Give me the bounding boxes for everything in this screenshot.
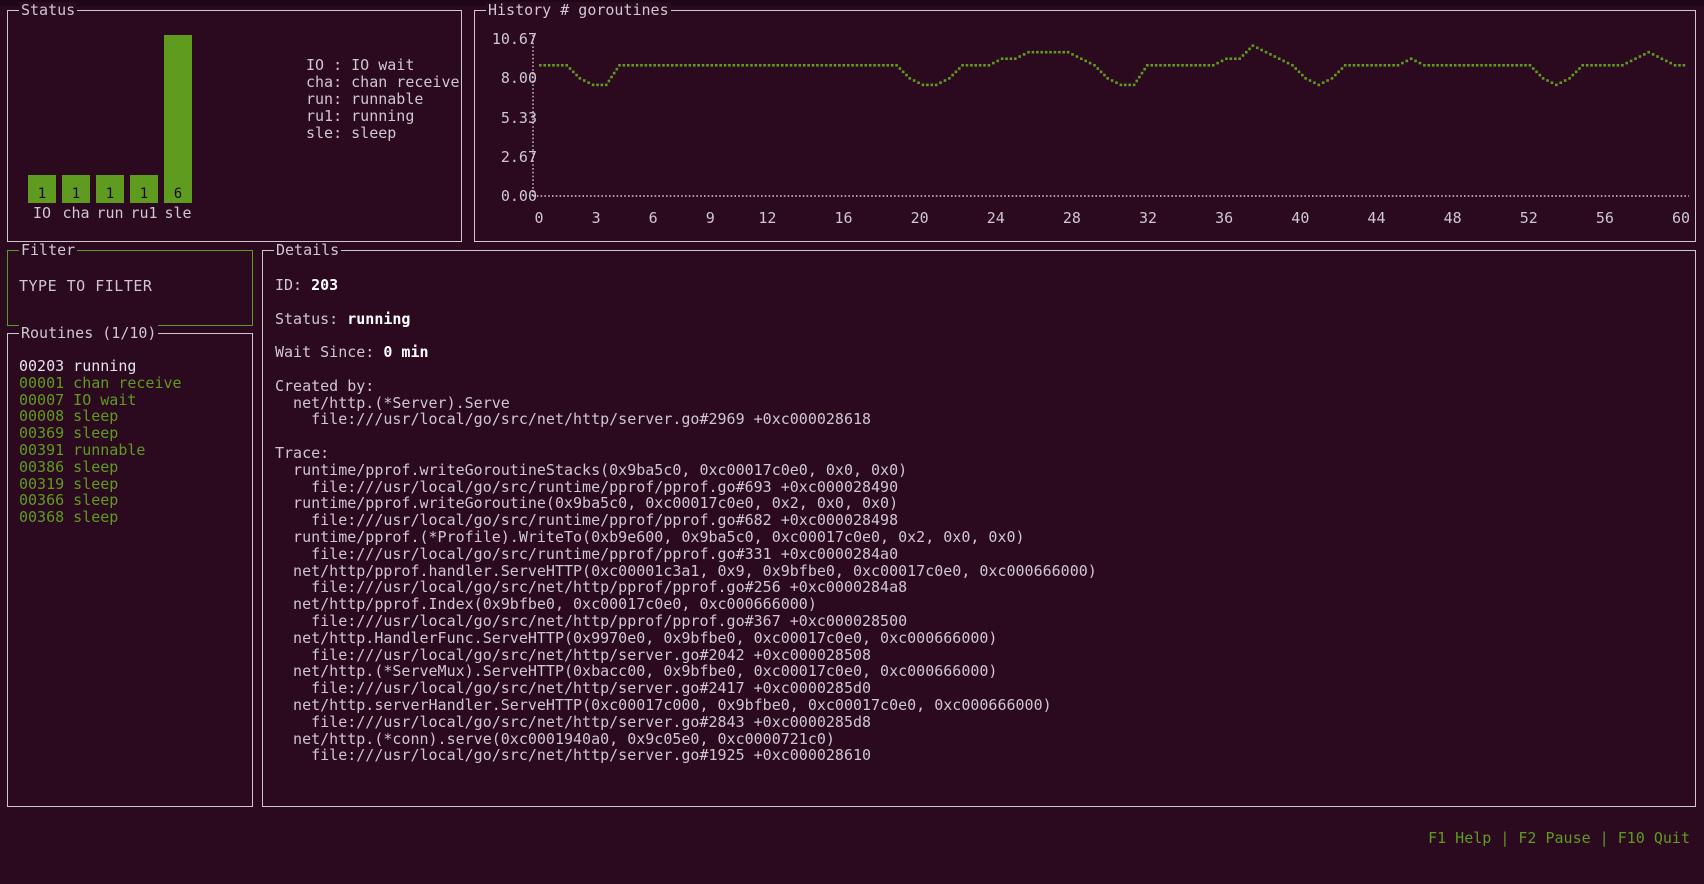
details-trace-line: file:///usr/local/go/src/runtime/pprof/p… [275, 479, 1689, 496]
details-trace-line: file:///usr/local/go/src/runtime/pprof/p… [275, 546, 1689, 563]
details-trace-line: net/http/pprof.handler.ServeHTTP(0xc0000… [275, 563, 1689, 580]
x-axis-tick: 16 [824, 210, 864, 226]
x-axis-tick: 12 [747, 210, 787, 226]
x-axis-tick: 32 [1128, 210, 1168, 226]
details-created-by-line: net/http.(*Server).Serve [275, 395, 1689, 412]
details-trace-line: file:///usr/local/go/src/net/http/server… [275, 680, 1689, 697]
x-axis-tick: 60 [1661, 210, 1701, 226]
routine-list-item[interactable]: 00007 IO wait [19, 392, 248, 409]
routine-list-item[interactable]: 00366 sleep [19, 492, 248, 509]
x-axis-tick: 0 [519, 210, 559, 226]
details-spacer [275, 327, 1689, 344]
filter-input[interactable]: TYPE TO FILTER [19, 278, 152, 295]
bar-rect [164, 35, 192, 203]
bar-label: sle [164, 205, 192, 222]
bar-value: 1 [96, 186, 124, 203]
bar-label: cha [62, 205, 90, 222]
x-axis-tick: 36 [1204, 210, 1244, 226]
routine-list-item[interactable]: 00203 running [19, 358, 248, 375]
details-trace-line: file:///usr/local/go/src/net/http/server… [275, 647, 1689, 664]
routines-panel: Routines (1/10) 00203 running00001 chan … [7, 333, 253, 807]
details-trace-line: net/http.serverHandler.ServeHTTP(0xc0001… [275, 697, 1689, 714]
filter-panel[interactable]: Filter TYPE TO FILTER [7, 250, 253, 326]
details-trace-line: file:///usr/local/go/src/net/http/server… [275, 747, 1689, 764]
chart-svg [475, 11, 1695, 241]
status-panel-title: Status [19, 2, 77, 18]
details-trace-label: Trace: [275, 445, 1689, 462]
x-axis-tick: 20 [900, 210, 940, 226]
status-legend: IO : IO wait cha: chan receive run: runn… [306, 57, 460, 142]
series-goroutines [539, 44, 1685, 86]
routine-list-item[interactable]: 00391 runnable [19, 442, 248, 459]
x-axis-tick: 52 [1509, 210, 1549, 226]
x-axis-tick: 48 [1433, 210, 1473, 226]
routine-list-item[interactable]: 00008 sleep [19, 408, 248, 425]
routine-list-item[interactable]: 00001 chan receive [19, 375, 248, 392]
details-created-by-label: Created by: [275, 378, 1689, 395]
footer-shortcuts[interactable]: F1 Help | F2 Pause | F10 Quit [1428, 830, 1690, 847]
details-id: ID: 203 [275, 277, 1689, 294]
bar-value: 1 [62, 186, 90, 203]
bar-value: 1 [130, 186, 158, 203]
details-trace-line: file:///usr/local/go/src/net/http/pprof/… [275, 579, 1689, 596]
status-panel: Status 1IO1cha1run1ru16sle IO : IO wait … [7, 10, 462, 242]
routines-panel-title: Routines (1/10) [19, 325, 158, 341]
routine-list-item[interactable]: 00319 sleep [19, 476, 248, 493]
details-created-by-line: file:///usr/local/go/src/net/http/server… [275, 411, 1689, 428]
bar-label: IO [28, 205, 56, 222]
details-panel-title: Details [274, 242, 341, 258]
details-trace-line: net/http/pprof.Index(0x9bfbe0, 0xc00017c… [275, 596, 1689, 613]
details-trace-line: runtime/pprof.writeGoroutineStacks(0x9ba… [275, 462, 1689, 479]
details-trace-line: runtime/pprof.(*Profile).WriteTo(0xb9e60… [275, 529, 1689, 546]
bar-label: ru1 [130, 205, 158, 222]
details-spacer [275, 361, 1689, 378]
x-axis-tick: 40 [1280, 210, 1320, 226]
details-trace-line: runtime/pprof.writeGoroutine(0x9ba5c0, 0… [275, 495, 1689, 512]
details-panel: Details ID: 203Status: runningWait Since… [262, 250, 1696, 807]
details-trace-line: file:///usr/local/go/src/runtime/pprof/p… [275, 512, 1689, 529]
goroutine-history-chart: 10.678.005.332.670.000369121620242832364… [475, 11, 1695, 241]
x-axis-tick: 44 [1356, 210, 1396, 226]
details-spacer [275, 294, 1689, 311]
x-axis-tick: 28 [1052, 210, 1092, 226]
x-axis-tick: 56 [1585, 210, 1625, 226]
routine-list-item[interactable]: 00369 sleep [19, 425, 248, 442]
routines-list[interactable]: 00203 running00001 chan receive00007 IO … [19, 358, 248, 526]
details-trace-line: file:///usr/local/go/src/net/http/pprof/… [275, 613, 1689, 630]
bar-label: run [96, 205, 124, 222]
x-axis-tick: 3 [576, 210, 616, 226]
x-axis-tick: 24 [976, 210, 1016, 226]
bar-value: 6 [164, 186, 192, 203]
routine-list-item[interactable]: 00368 sleep [19, 509, 248, 526]
details-trace-line: net/http.(*ServeMux).ServeHTTP(0xbacc00,… [275, 663, 1689, 680]
bar-value: 1 [28, 186, 56, 203]
details-status: Status: running [275, 311, 1689, 328]
history-panel: History # goroutines 10.678.005.332.670.… [474, 10, 1696, 242]
x-axis-tick: 9 [690, 210, 730, 226]
status-bar-chart: 1 IO 1 cha 1 run 1 ru1 6 sle [17, 25, 267, 225]
details-trace-line: file:///usr/local/go/src/net/http/server… [275, 714, 1689, 731]
details-wait-since: Wait Since: 0 min [275, 344, 1689, 361]
filter-panel-title: Filter [19, 242, 77, 258]
details-trace-line: net/http.HandlerFunc.ServeHTTP(0x9970e0,… [275, 630, 1689, 647]
details-trace-line: net/http.(*conn).serve(0xc0001940a0, 0x9… [275, 731, 1689, 748]
x-axis-tick: 6 [633, 210, 673, 226]
window-top-edge [0, 0, 1704, 6]
details-spacer [275, 428, 1689, 445]
details-content: ID: 203 Status: running Wait Since: 0 min C… [275, 277, 1689, 802]
routine-list-item[interactable]: 00386 sleep [19, 459, 248, 476]
